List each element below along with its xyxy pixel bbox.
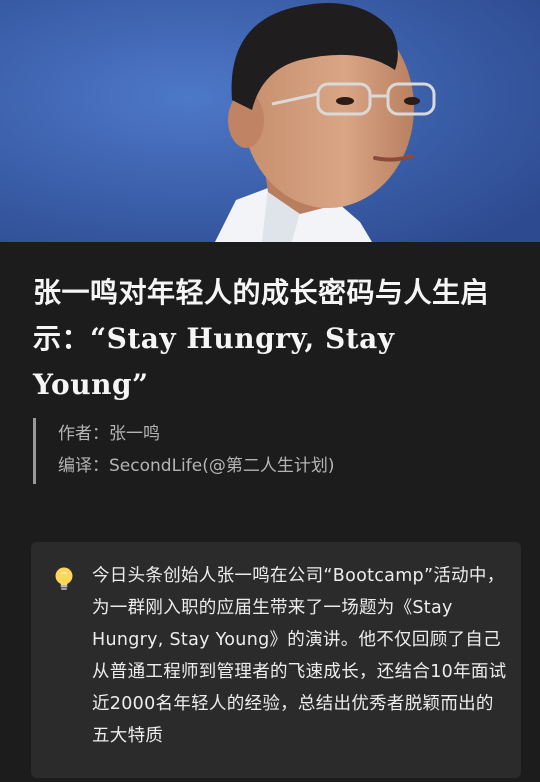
speaker-portrait-photo — [0, 0, 540, 242]
author-line: 作者：张一鸣 — [58, 424, 160, 444]
summary-callout: 今日头条创始人张一鸣在公司“Bootcamp”活动中，为一群刚入职的应届生带来了… — [31, 542, 521, 778]
article-title: 张一鸣对年轻人的成长密码与人生启示：“Stay Hungry, Stay You… — [33, 276, 490, 401]
lightbulb-icon — [55, 567, 73, 590]
callout-text: 今日头条创始人张一鸣在公司“Bootcamp”活动中，为一群刚入职的应届生带来了… — [92, 566, 507, 746]
article-meta: 作者：张一鸣 编译：SecondLife(@第二人生计划) — [33, 418, 334, 484]
article-header: 张一鸣对年轻人的成长密码与人生启示：“Stay Hungry, Stay You… — [0, 242, 540, 782]
hero-image — [0, 0, 540, 242]
translator-line: 编译：SecondLife(@第二人生计划) — [58, 456, 335, 476]
